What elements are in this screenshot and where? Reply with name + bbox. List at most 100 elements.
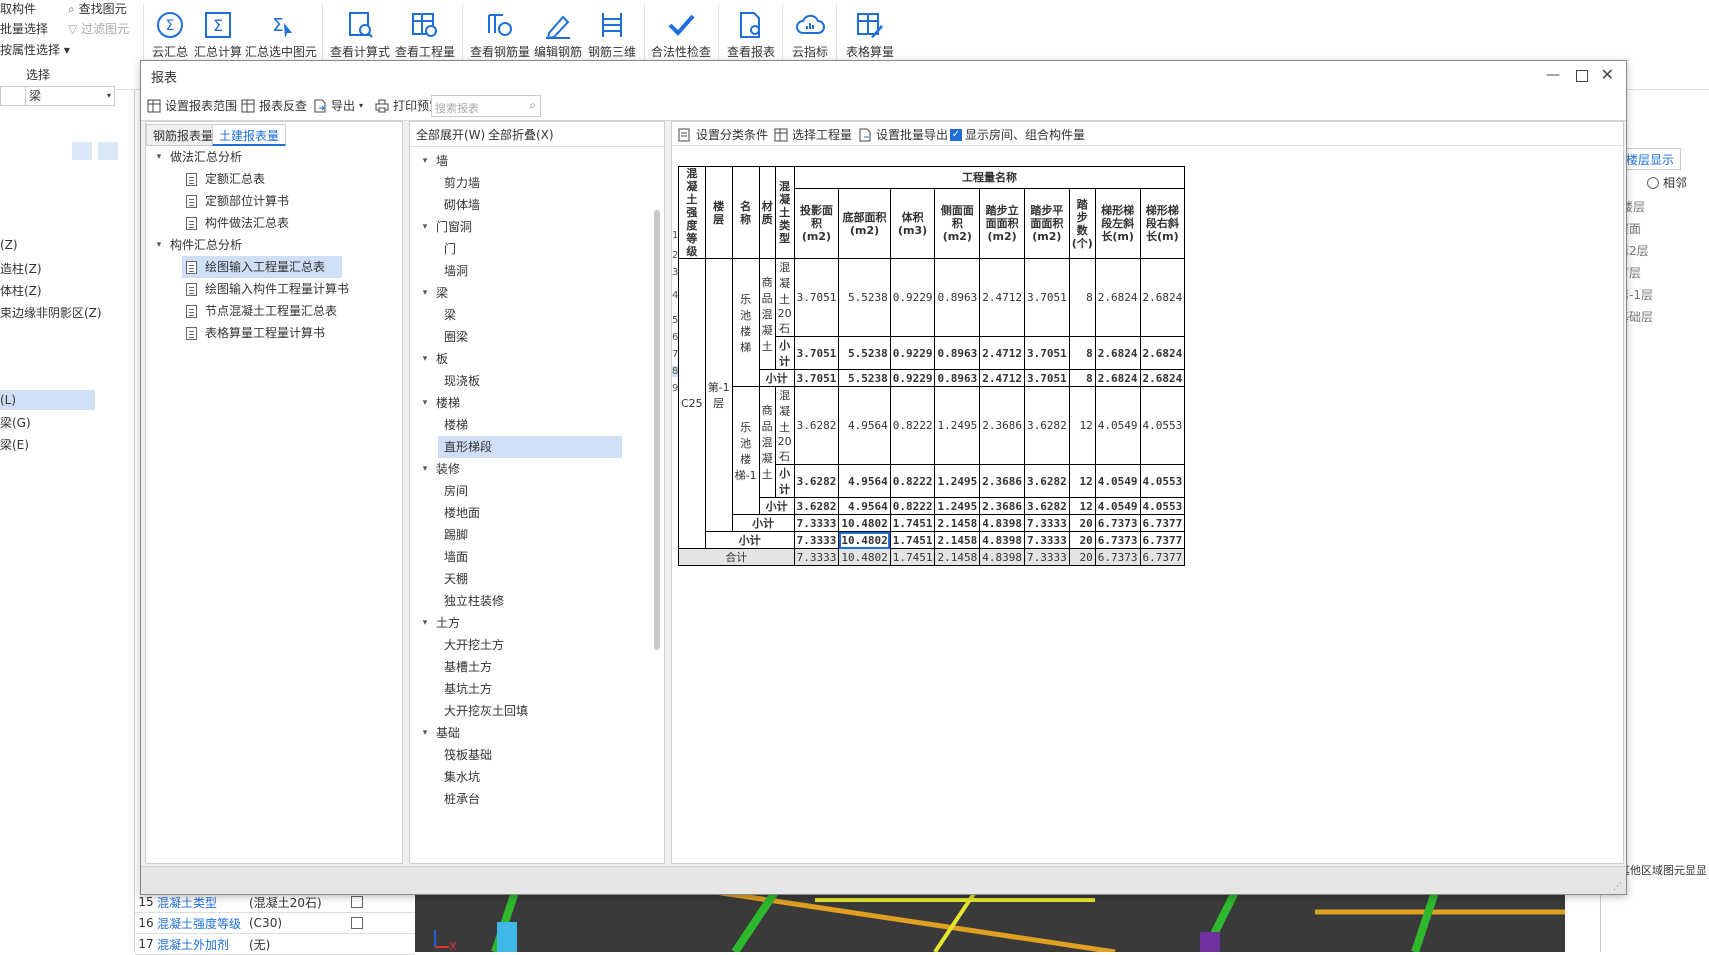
tree-item-selected[interactable]: 直形梯段: [438, 436, 622, 458]
tree-group[interactable]: ▾ 墙: [418, 150, 448, 172]
tree-item[interactable]: 砌体墙: [444, 194, 480, 216]
tree-item[interactable]: 集水坑: [444, 766, 480, 788]
tree-group[interactable]: ▾ 梁: [418, 282, 448, 304]
collapse-icon[interactable]: ▾: [418, 282, 432, 304]
tree-item[interactable]: 绘图输入构件工程量计算书: [186, 278, 349, 300]
collapse-all-button[interactable]: 全部折叠(X): [488, 126, 554, 143]
tree-item[interactable]: 表格算量工程量计算书: [186, 322, 325, 344]
tree-item[interactable]: 筏板基础: [444, 744, 492, 766]
table-row[interactable]: 小计 7.3333 10.4802 1.7451 2.1458 4.8398 7…: [679, 531, 1186, 549]
tree-item[interactable]: 定额汇总表: [186, 168, 265, 190]
tree-item[interactable]: 构件做法汇总表: [186, 212, 289, 234]
tree-group[interactable]: ▾ 门窗洞: [418, 216, 472, 238]
ribbon-left-item[interactable]: 按属性选择 ▾: [0, 41, 70, 58]
find-element-button[interactable]: ⌕ 查找图元: [68, 0, 127, 17]
tree-item[interactable]: 墙洞: [444, 260, 468, 282]
tree-group[interactable]: ▾ 板: [418, 348, 448, 370]
tree-item[interactable]: 独立柱装修: [444, 590, 504, 612]
table-row[interactable]: 小计 7.3333 10.4802 1.7451 2.1458 4.8398 7…: [679, 514, 1186, 532]
filter-element-button[interactable]: ▽ 过滤图元: [68, 20, 129, 37]
tree-group[interactable]: ▾ 楼梯: [418, 392, 460, 414]
list-item[interactable]: 梁(G): [0, 414, 31, 431]
tree-group[interactable]: ▾ 装修: [418, 458, 460, 480]
close-icon[interactable]: ✕: [1601, 65, 1614, 84]
tree-group[interactable]: ▾ 构件汇总分析: [152, 234, 242, 256]
set-report-range-button[interactable]: 设置报表范围: [147, 97, 237, 114]
collapse-icon[interactable]: ▾: [152, 146, 166, 168]
cloud-index-button[interactable]: 云指标: [790, 0, 830, 60]
rebar-3d-button[interactable]: 钢筋三维: [588, 0, 636, 60]
tree-group[interactable]: ▾ 做法汇总分析: [152, 146, 242, 168]
tree-item[interactable]: 基槽土方: [444, 656, 492, 678]
tree-item[interactable]: 现浇板: [444, 370, 480, 392]
list-view-icon[interactable]: [72, 142, 92, 160]
tree-item[interactable]: 门: [444, 238, 456, 260]
collapse-icon[interactable]: ▾: [418, 392, 432, 414]
selected-cell[interactable]: 10.4802: [838, 531, 891, 549]
tree-item[interactable]: 楼梯: [444, 414, 468, 436]
collapse-icon[interactable]: ▾: [418, 348, 432, 370]
resize-grip-icon[interactable]: ⋰: [1613, 882, 1622, 892]
scrollbar[interactable]: [654, 210, 660, 650]
select-quantity-button[interactable]: 选择工程量: [774, 126, 852, 143]
maximize-icon[interactable]: [1576, 70, 1588, 82]
list-item[interactable]: (Z): [0, 238, 18, 252]
collapse-icon[interactable]: ▾: [418, 150, 432, 172]
table-row-total[interactable]: 合计 7.3333 10.4802 1.7451 2.1458 4.8398 7…: [678, 548, 1186, 566]
collapse-icon[interactable]: ▾: [418, 216, 432, 238]
collapse-icon[interactable]: ▾: [152, 234, 166, 256]
list-item[interactable]: 体柱(Z): [0, 282, 42, 299]
table-row[interactable]: C25 第-1层 乐池楼梯 商品混凝土 混凝土20石 3.7051 5.5238…: [678, 258, 1186, 549]
detail-view-icon[interactable]: [98, 142, 118, 160]
set-category-button[interactable]: 设置分类条件: [678, 126, 768, 143]
checkbox[interactable]: [351, 917, 363, 929]
tree-item[interactable]: 房间: [444, 480, 468, 502]
table-row[interactable]: 乐池楼梯-1 商品混凝土 混凝土20石 3.6282 4.9564 0.8222…: [679, 386, 1186, 515]
report-reverse-button[interactable]: 报表反查: [241, 97, 307, 114]
legality-check-button[interactable]: 合法性检查: [650, 0, 712, 60]
checkbox[interactable]: [351, 896, 363, 908]
tree-item[interactable]: 剪力墙: [444, 172, 480, 194]
tab-civil-report[interactable]: 土建报表量: [212, 124, 287, 146]
export-button[interactable]: 导出 ▾: [313, 97, 363, 114]
tree-group[interactable]: ▾ 基础: [418, 722, 460, 744]
batch-export-button[interactable]: 设置批量导出: [858, 126, 948, 143]
tree-item[interactable]: 桩承台: [444, 788, 480, 810]
list-item[interactable]: 造柱(Z): [0, 260, 42, 277]
tree-item[interactable]: 圈梁: [444, 326, 468, 348]
3d-viewport[interactable]: X: [415, 892, 1565, 952]
cloud-summary-button[interactable]: Σ 云汇总: [150, 0, 190, 60]
table-calc-button[interactable]: 表格算量: [842, 0, 898, 60]
view-rebar-button[interactable]: 查看钢筋量: [470, 0, 530, 60]
show-rooms-checkbox[interactable]: ✓ 显示房间、组合构件量: [950, 126, 1085, 143]
ribbon-left-item[interactable]: 取构件: [0, 0, 36, 17]
tree-item[interactable]: 定额部位计算书: [186, 190, 289, 212]
tree-item[interactable]: 节点混凝土工程量汇总表: [186, 300, 337, 322]
list-item[interactable]: (L): [0, 390, 95, 410]
tree-item[interactable]: 大开挖灰土回填: [444, 700, 528, 722]
list-item[interactable]: 梁(E): [0, 436, 29, 453]
radio-adjacent[interactable]: 相邻: [1647, 174, 1687, 191]
type-select[interactable]: 梁 ▾: [25, 86, 115, 106]
tree-group[interactable]: ▾ 土方: [418, 612, 460, 634]
tree-item[interactable]: 大开挖土方: [444, 634, 504, 656]
view-report-button[interactable]: 查看报表: [726, 0, 776, 60]
tab-floor-display[interactable]: 楼层显示: [1619, 148, 1682, 170]
list-item[interactable]: 束边缘非阴影区(Z): [0, 304, 102, 321]
tree-item[interactable]: 基坑土方: [444, 678, 492, 700]
minimize-icon[interactable]: —: [1546, 67, 1560, 83]
tab-rebar-report[interactable]: 钢筋报表量: [146, 124, 221, 146]
tree-item[interactable]: 楼地面: [444, 502, 480, 524]
summary-selected-button[interactable]: Σ 汇总选中图元: [245, 0, 317, 60]
collapse-icon[interactable]: ▾: [418, 722, 432, 744]
tree-item[interactable]: 踢脚: [444, 524, 468, 546]
tree-item[interactable]: 天棚: [444, 568, 468, 590]
edit-rebar-button[interactable]: 编辑钢筋: [534, 0, 582, 60]
tree-item-selected[interactable]: 绘图输入工程量汇总表: [182, 256, 342, 278]
summary-calc-button[interactable]: Σ 汇总计算: [194, 0, 242, 60]
view-quantity-button[interactable]: 查看工程量: [395, 0, 455, 60]
expand-all-button[interactable]: 全部展开(W): [416, 126, 485, 143]
report-search-input[interactable]: 搜索报表 ⌕: [431, 95, 541, 117]
collapse-icon[interactable]: ▾: [418, 612, 432, 634]
tree-item[interactable]: 梁: [444, 304, 456, 326]
